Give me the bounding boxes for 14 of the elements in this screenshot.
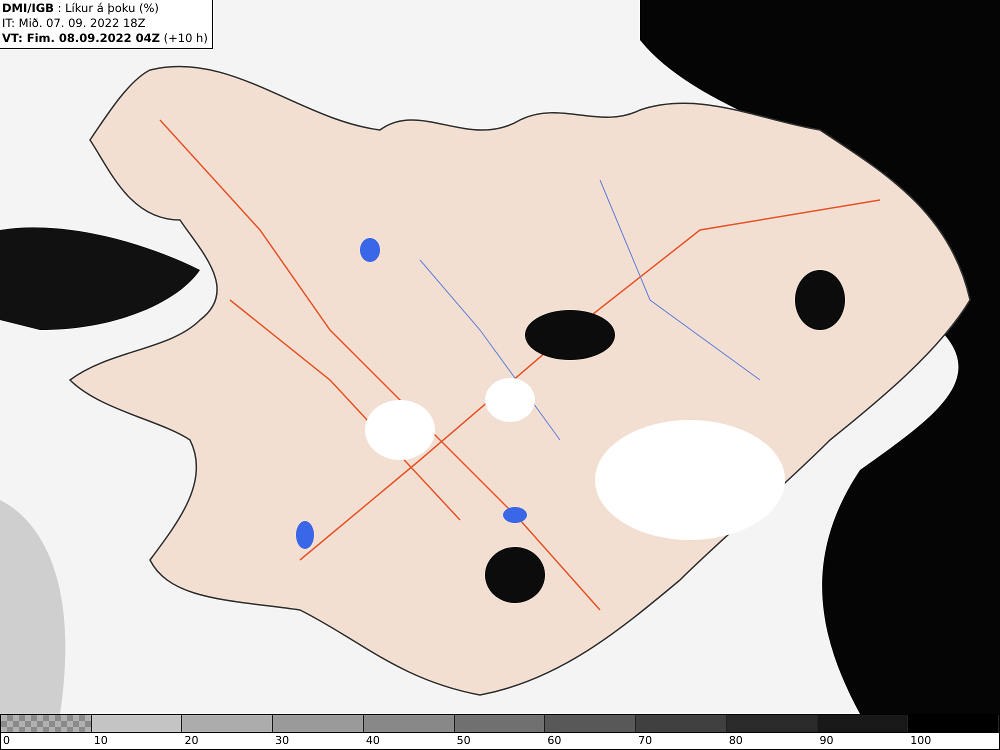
legend-label: 60 bbox=[546, 733, 562, 749]
legend-label: 80 bbox=[728, 733, 743, 749]
legend-label: 50 bbox=[456, 733, 471, 749]
legend-label: 30 bbox=[274, 733, 290, 749]
legend-label: 0 bbox=[2, 733, 10, 749]
legend-label: 40 bbox=[364, 733, 380, 749]
legend-label: 20 bbox=[183, 733, 198, 749]
legend-label: 70 bbox=[637, 733, 652, 749]
info-line: VT: Fim. 08.09.2022 04Z (+10 h) bbox=[2, 31, 208, 46]
info-line: IT: Mið. 07. 09. 2022 18Z bbox=[2, 16, 146, 31]
info-line: DMI/IGB : Líkur á þoku (%) bbox=[2, 1, 160, 16]
legend-label: 90 bbox=[818, 733, 834, 749]
legend-label: 10 bbox=[92, 733, 108, 749]
legend-label: 100 bbox=[909, 733, 932, 749]
